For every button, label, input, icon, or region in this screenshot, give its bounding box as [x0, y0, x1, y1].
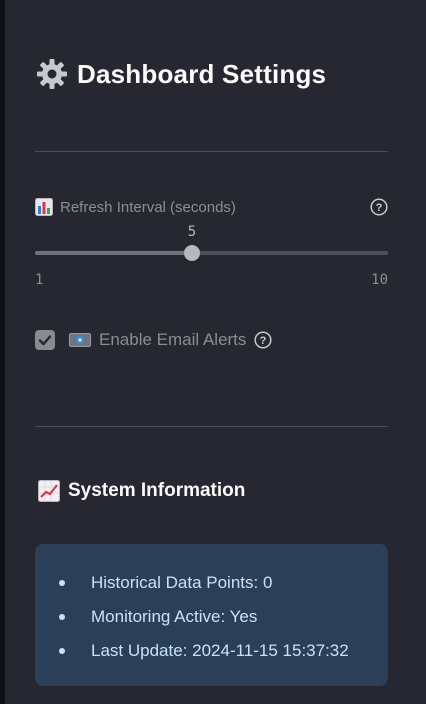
bullet	[59, 580, 65, 586]
system-info-list: Historical Data Points: 0 Monitoring Act…	[35, 571, 349, 673]
last-update: Last Update: 2024-11-15 15:37:32	[91, 641, 349, 660]
email-icon	[69, 332, 91, 348]
historical-data-points: Historical Data Points: 0	[91, 573, 273, 592]
bar-chart-icon	[35, 198, 53, 216]
slider-min-label: 1	[35, 272, 44, 288]
svg-text:?: ?	[376, 202, 383, 214]
help-icon[interactable]: ?	[370, 198, 388, 216]
sidebar-title-row: Dashboard Settings	[35, 56, 326, 92]
sidebar-title: Dashboard Settings	[77, 58, 327, 89]
email-alerts-label: Enable Email Alerts	[99, 330, 247, 349]
monitoring-active: Monitoring Active: Yes	[91, 607, 258, 626]
refresh-interval-label: Refresh Interval (seconds)	[60, 198, 236, 216]
list-item: Historical Data Points: 0	[35, 571, 349, 605]
refresh-interval-slider[interactable]	[35, 251, 388, 255]
list-item: Monitoring Active: Yes	[35, 605, 349, 639]
slider-max-label: 10	[371, 272, 388, 288]
gear-icon	[35, 57, 69, 91]
chart-increasing-icon	[38, 480, 60, 502]
slider-fill	[35, 251, 192, 255]
refresh-interval-label-row: Refresh Interval (seconds) ?	[35, 196, 388, 218]
email-alerts-checkbox[interactable]	[35, 330, 55, 350]
divider	[35, 151, 388, 152]
system-information-title: System Information	[68, 480, 246, 501]
svg-text:?: ?	[260, 335, 267, 347]
system-information-header: System Information	[38, 478, 245, 504]
email-alerts-row[interactable]: Enable Email Alerts ?	[35, 328, 272, 352]
slider-current-value: 5	[187, 224, 197, 240]
system-info-box: Historical Data Points: 0 Monitoring Act…	[35, 544, 388, 686]
bullet	[59, 648, 65, 654]
help-icon[interactable]: ?	[254, 331, 272, 349]
bullet	[59, 614, 65, 620]
slider-thumb[interactable]	[183, 245, 200, 261]
divider	[35, 426, 388, 427]
list-item: Last Update: 2024-11-15 15:37:32	[35, 639, 349, 673]
